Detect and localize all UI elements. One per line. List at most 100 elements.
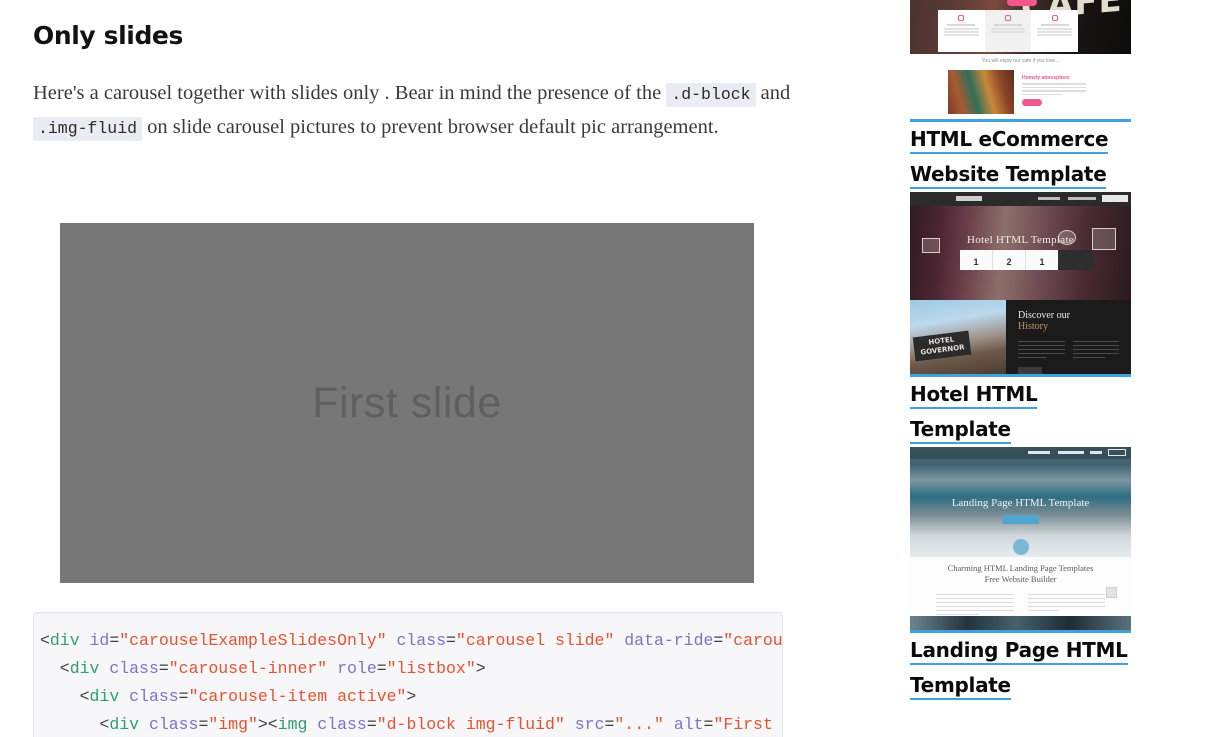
code-token-punc: <	[40, 687, 90, 706]
code-token-tag: img	[277, 715, 308, 734]
cafe-lower-cta-button[interactable]	[1022, 99, 1042, 106]
page-title: Only slides	[33, 21, 183, 50]
hotel-booking-submit-button[interactable]	[1058, 250, 1094, 270]
code-token-punc	[139, 715, 149, 734]
cafe-lower-text: Homely atmosphere	[1014, 70, 1096, 114]
code-token-punc	[614, 631, 624, 650]
code-token-str: "d-block img-fluid"	[376, 715, 565, 734]
landing-nav-item[interactable]	[1058, 451, 1084, 454]
code-token-tag: div	[69, 659, 100, 678]
code-token-punc	[327, 659, 337, 678]
cafe-feature-icon	[1051, 15, 1058, 21]
code-token-tag: div	[89, 687, 120, 706]
promo-link-line-1: Hotel HTML Template	[910, 382, 1038, 444]
promo-thumbnail-landing[interactable]: Landing Page HTML Template Charming HTML…	[910, 447, 1131, 633]
intro-text-part-3: on slide carousel pictures to prevent br…	[142, 116, 719, 139]
code-token-eq: =	[366, 715, 377, 734]
code-token-eq: =	[713, 631, 724, 650]
code-token-str: "First slide"	[713, 715, 773, 734]
promo-thumbnail-ecommerce[interactable]: CAFE	[910, 0, 1131, 122]
code-token-punc	[80, 631, 90, 650]
hotel-exterior-photo: HOTEL GOVERNOR	[910, 300, 1006, 374]
inline-code-d-block: .d-block	[666, 82, 756, 107]
landing-hero-cta-button[interactable]	[1002, 515, 1039, 524]
carousel-slides-only[interactable]: First slide	[60, 223, 754, 583]
landing-scroll-circle-icon[interactable]	[1012, 539, 1029, 555]
cafe-lower-section: Homely atmosphere	[948, 70, 1096, 114]
promo-link-landing[interactable]: Landing Page HTML Template	[910, 633, 1131, 703]
code-token-attr: role	[337, 659, 377, 678]
code-token-punc	[119, 687, 129, 706]
code-token-attr: src	[574, 715, 605, 734]
code-token-attr: id	[89, 631, 110, 650]
hotel-booking-field[interactable]: 2	[993, 250, 1026, 270]
code-token-attr: data-ride	[624, 631, 714, 650]
inline-code-img-fluid: .img-fluid	[33, 117, 143, 142]
code-token-tag: div	[109, 715, 140, 734]
landing-navbar	[910, 447, 1131, 459]
hotel-history-columns	[1018, 338, 1119, 361]
code-token-eq: =	[109, 631, 120, 650]
code-lines-container: <div id="carouselExampleSlidesOnly" clas…	[40, 627, 782, 737]
code-token-eq: =	[178, 687, 189, 706]
landing-nav-button[interactable]	[1108, 449, 1126, 456]
cafe-feature-card	[1031, 10, 1079, 52]
hotel-nav-button[interactable]	[1102, 195, 1128, 202]
code-token-str: "carouselExampleSlidesOnly"	[119, 631, 387, 650]
code-token-attr: class	[396, 631, 447, 650]
code-example-block[interactable]: <div id="carouselExampleSlidesOnly" clas…	[33, 612, 783, 737]
cafe-caption-text: You will enjoy our cafe if you love...	[981, 58, 1060, 64]
code-token-punc	[387, 631, 397, 650]
code-token-attr: alt	[673, 715, 704, 734]
hotel-navbar	[910, 192, 1131, 206]
landing-nav-item[interactable]	[1090, 451, 1102, 454]
code-token-eq: =	[158, 659, 169, 678]
code-token-str: "carousel-inner"	[168, 659, 328, 678]
promo-link-hotel[interactable]: Hotel HTML Template	[910, 377, 1131, 447]
hotel-booking-field[interactable]: 1	[1026, 250, 1058, 270]
hotel-nav-item[interactable]	[1068, 197, 1096, 200]
code-token-str: "img"	[208, 715, 258, 734]
hotel-booking-field[interactable]: 1	[960, 250, 993, 270]
code-token-punc: >	[475, 659, 486, 678]
promo-item-ecommerce: CAFE	[910, 0, 1131, 192]
carousel-slide-label: First slide	[312, 378, 502, 427]
hotel-history-title-1: Discover our	[1018, 310, 1070, 321]
promo-link-line-2: Website Template	[910, 162, 1107, 189]
code-token-punc	[664, 715, 674, 734]
cafe-feature-card	[938, 10, 985, 52]
promo-thumbnail-hotel[interactable]: Hotel HTML Template 1 2 1 HOTEL GOVERNOR…	[910, 192, 1131, 377]
hotel-booking-widget[interactable]: 1 2 1	[960, 250, 1058, 270]
carousel-slide-first[interactable]: First slide	[60, 223, 754, 583]
cafe-feature-icon	[1005, 15, 1011, 21]
code-token-str: "..."	[614, 715, 664, 734]
code-token-eq: =	[198, 715, 209, 734]
intro-text-part-2: and	[755, 81, 791, 104]
landing-nav-item[interactable]	[1028, 451, 1050, 454]
promo-link-line-1: Landing Page HTML	[910, 638, 1128, 665]
code-token-str: "listbox"	[386, 659, 476, 678]
code-token-attr: class	[317, 715, 367, 734]
promo-link-line-1: HTML eCommerce	[910, 127, 1109, 154]
landing-widget-button[interactable]	[1106, 587, 1117, 598]
code-token-str: "carousel slide"	[455, 631, 615, 650]
hotel-history-button[interactable]	[1018, 366, 1042, 374]
hotel-lower-section: HOTEL GOVERNOR Discover our History	[910, 300, 1131, 374]
code-token-attr: class	[129, 687, 179, 706]
landing-footer-image	[910, 616, 1131, 630]
hotel-history-section: Discover our History	[1006, 300, 1131, 374]
code-token-punc	[307, 715, 317, 734]
sidebar-promotions: CAFE	[880, 0, 1207, 737]
promo-item-hotel: Hotel HTML Template 1 2 1 HOTEL GOVERNOR…	[910, 192, 1131, 447]
code-token-tag: div	[49, 631, 80, 650]
promo-link-ecommerce[interactable]: HTML eCommerce Website Template	[910, 122, 1131, 192]
code-line: <div class="img"><img class="d-block img…	[40, 711, 782, 737]
cafe-hero-cta-button[interactable]	[1007, 0, 1038, 6]
code-token-punc	[99, 659, 109, 678]
cafe-feature-icon	[958, 15, 965, 21]
hotel-nav-item[interactable]	[1038, 197, 1060, 200]
code-token-punc: >	[406, 687, 417, 706]
page-root: Only slides Here's a carousel together w…	[0, 0, 1207, 737]
code-token-eq: =	[446, 631, 456, 650]
landing-body-section: Charming HTML Landing Page Templates Fre…	[910, 557, 1131, 617]
